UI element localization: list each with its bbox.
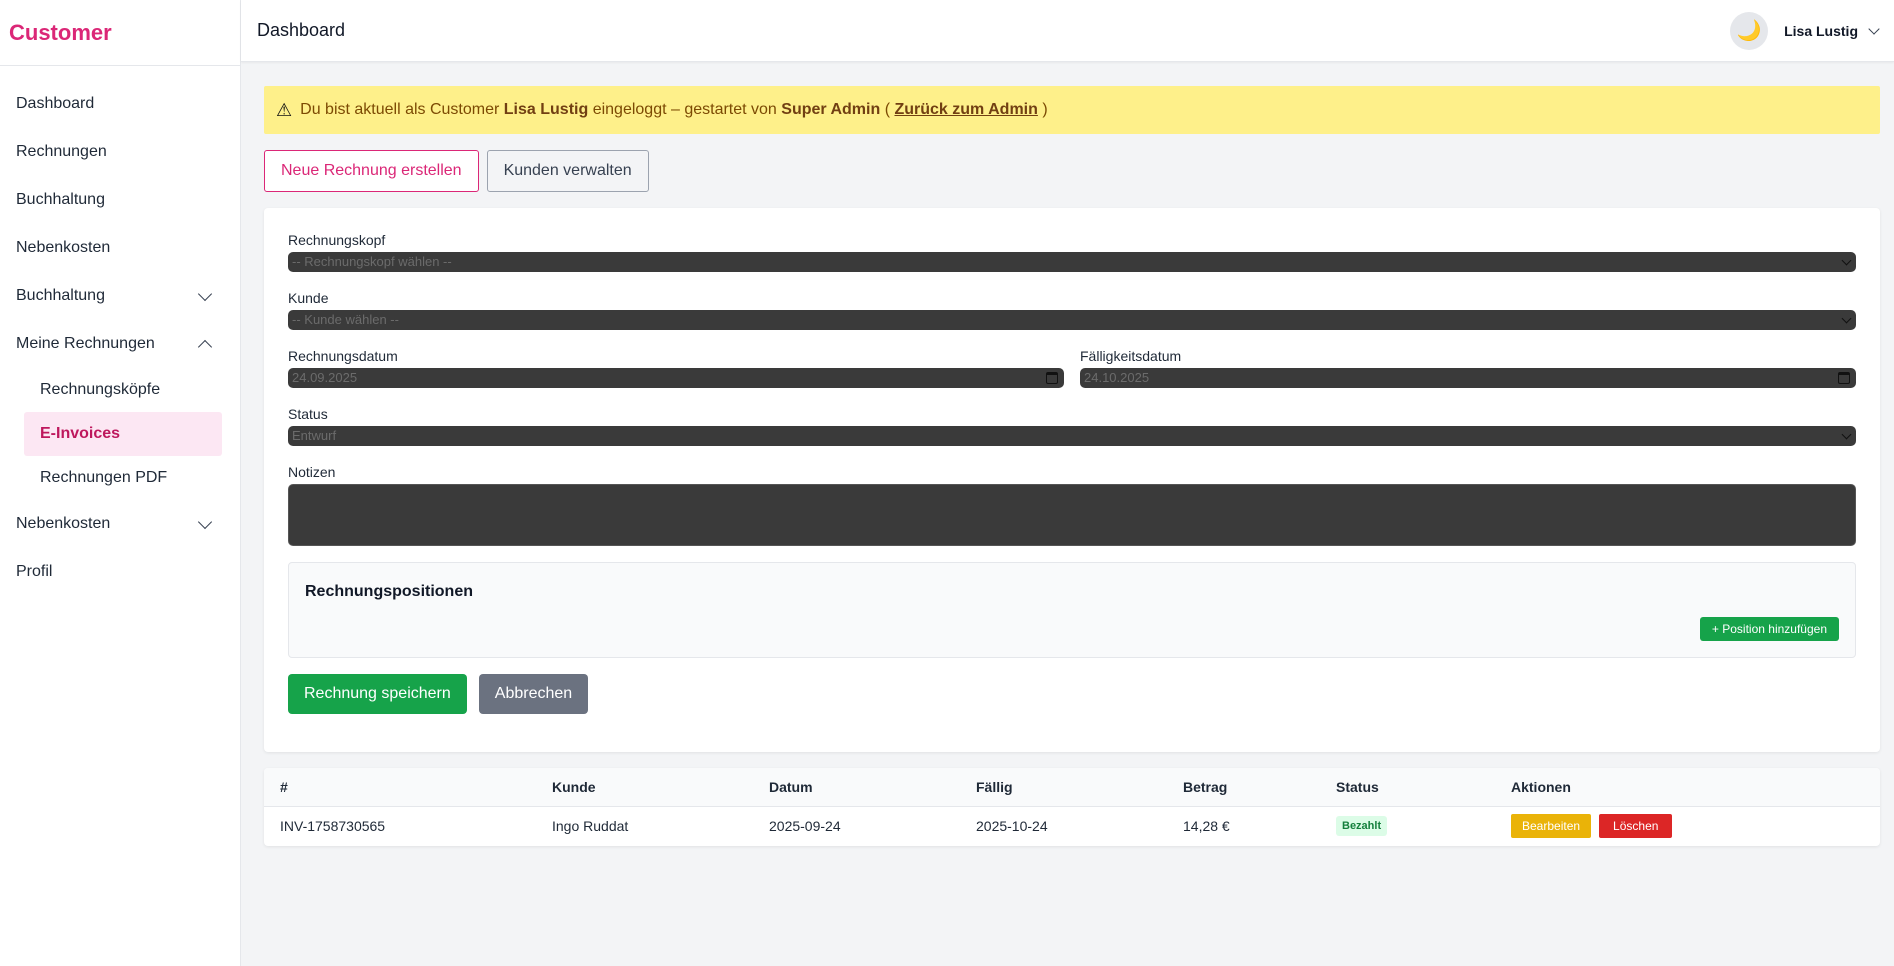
select-value: -- Rechnungskopf wählen --: [292, 254, 452, 269]
date-value: 24.09.2025: [292, 370, 358, 385]
notes-label: Notizen: [288, 464, 336, 480]
table-header-row: # Kunde Datum Fällig Betrag Status Aktio…: [264, 768, 1880, 806]
invoice-actions-cell: Bearbeiten Löschen: [1495, 806, 1880, 846]
user-area: 🌙 Lisa Lustig: [1730, 11, 1880, 50]
date-value: 24.10.2025: [1084, 370, 1150, 385]
invoice-amount: 14,28 €: [1183, 818, 1230, 835]
customer-select[interactable]: -- Kunde wählen --: [288, 310, 1856, 330]
select-value: -- Kunde wählen --: [292, 312, 399, 327]
sidebar-item-label: Dashboard: [16, 95, 95, 112]
brand-logo[interactable]: Customer: [0, 0, 240, 66]
positions-title: Rechnungspositionen: [305, 583, 473, 600]
due-date-input[interactable]: 24.10.2025: [1080, 368, 1856, 388]
column-header: Kunde: [552, 778, 596, 795]
back-to-admin-link[interactable]: Zurück zum Admin: [894, 101, 1037, 119]
alert-text: eingeloggt – gestartet von: [592, 101, 777, 118]
sidebar-group-buchhaltung[interactable]: Buchhaltung: [0, 272, 240, 320]
sidebar-item-dashboard[interactable]: Dashboard: [0, 80, 240, 128]
chevron-down-icon: [1841, 429, 1852, 440]
select-value: Entwurf: [292, 428, 337, 443]
theme-toggle-button[interactable]: 🌙: [1730, 11, 1769, 50]
invoice-date: 2025-09-24: [769, 818, 841, 835]
warning-icon: ⚠: [276, 99, 293, 120]
column-header: Aktionen: [1511, 778, 1571, 795]
invoice-due: 2025-10-24: [976, 818, 1048, 835]
page-title: Dashboard: [257, 20, 346, 40]
invoice-form: Rechnungskopf -- Rechnungskopf wählen --…: [264, 208, 1880, 752]
invoice-table: # Kunde Datum Fällig Betrag Status Aktio…: [264, 768, 1880, 846]
sidebar-item-buchhaltung[interactable]: Buchhaltung: [0, 176, 240, 224]
chevron-down-icon: [197, 514, 213, 529]
alert-user: Lisa Lustig: [503, 101, 589, 118]
column-header: Datum: [769, 778, 813, 795]
chevron-up-icon: [197, 339, 213, 354]
calendar-icon[interactable]: [1046, 372, 1058, 384]
sidebar-item-label: E-Invoices: [40, 425, 121, 442]
alert-paren: (: [884, 101, 891, 118]
table-row: INV-1758730565 Ingo Ruddat 2025-09-24 20…: [264, 806, 1880, 846]
invoice-header-select[interactable]: -- Rechnungskopf wählen --: [288, 252, 1856, 272]
status-badge: Bezahlt: [1336, 816, 1388, 837]
invoice-status-cell: Bezahlt: [1320, 806, 1495, 846]
sidebar-item-label: Buchhaltung: [16, 287, 105, 304]
sidebar-item-label: Meine Rechnungen: [16, 335, 155, 352]
status-select[interactable]: Entwurf: [288, 426, 1856, 446]
customer-label: Kunde: [288, 290, 329, 306]
sidebar-item-label: Nebenkosten: [16, 239, 111, 256]
invoice-header-label: Rechnungskopf: [288, 232, 386, 248]
alert-admin: Super Admin: [781, 101, 881, 118]
status-label: Status: [288, 406, 328, 422]
invoice-date-label: Rechnungsdatum: [288, 348, 398, 364]
notes-textarea[interactable]: [288, 484, 1856, 546]
due-date-label: Fälligkeitsdatum: [1080, 348, 1182, 364]
sidebar: Customer Dashboard Rechnungen Buchhaltun…: [0, 0, 241, 966]
user-menu-button[interactable]: Lisa Lustig: [1784, 22, 1880, 39]
sidebar-item-label: Rechnungen: [16, 143, 107, 160]
sidebar-item-profil[interactable]: Profil: [0, 548, 240, 596]
alert-paren: ): [1042, 101, 1048, 118]
column-header: Status: [1336, 778, 1379, 795]
chevron-down-icon: [1841, 255, 1852, 266]
column-header: #: [280, 778, 288, 795]
sidebar-item-label: Rechnungen PDF: [40, 469, 168, 486]
form-actions: Rechnung speichern Abbrechen: [288, 674, 1856, 714]
sidebar-item-label: Buchhaltung: [16, 191, 105, 208]
sidebar-subitem-e-invoices[interactable]: E-Invoices: [24, 412, 222, 456]
date-row: Rechnungsdatum 24.09.2025 Fälligkeitsdat…: [288, 348, 1856, 406]
column-header: Fällig: [976, 778, 1013, 795]
sidebar-item-label: Rechnungsköpfe: [40, 381, 161, 398]
invoice-positions-panel: Rechnungspositionen + Position hinzufüge…: [288, 562, 1856, 658]
sidebar-group-meine-rechnungen[interactable]: Meine Rechnungen: [0, 320, 240, 368]
sidebar-item-nebenkosten[interactable]: Nebenkosten: [0, 224, 240, 272]
chevron-down-icon: [1841, 313, 1852, 324]
chevron-down-icon: [1868, 22, 1880, 35]
save-invoice-button[interactable]: Rechnung speichern: [288, 674, 467, 714]
edit-button[interactable]: Bearbeiten: [1511, 814, 1592, 839]
manage-customers-button[interactable]: Kunden verwalten: [486, 150, 649, 192]
alert-text: Du bist aktuell als Customer: [300, 101, 500, 118]
invoice-customer: Ingo Ruddat: [552, 818, 629, 835]
sidebar-item-rechnungen[interactable]: Rechnungen: [0, 128, 240, 176]
sidebar-item-label: Nebenkosten: [16, 515, 111, 532]
column-header: Betrag: [1183, 778, 1228, 795]
top-header: Dashboard 🌙 Lisa Lustig: [241, 0, 1894, 62]
impersonation-alert: ⚠ Du bist aktuell als Customer Lisa Lust…: [264, 86, 1880, 134]
add-position-button[interactable]: + Position hinzufügen: [1699, 617, 1839, 641]
new-invoice-button[interactable]: Neue Rechnung erstellen: [264, 150, 479, 192]
sidebar-subitem-rechnungen-pdf[interactable]: Rechnungen PDF: [0, 456, 240, 500]
sidebar-nav: Dashboard Rechnungen Buchhaltung Nebenko…: [0, 66, 240, 596]
sidebar-subitem-rechnungskoepfe[interactable]: Rechnungsköpfe: [0, 368, 240, 412]
user-name: Lisa Lustig: [1784, 22, 1858, 39]
sidebar-item-label: Profil: [16, 563, 53, 580]
sidebar-group-nebenkosten[interactable]: Nebenkosten: [0, 500, 240, 548]
chevron-down-icon: [197, 286, 213, 301]
calendar-icon[interactable]: [1838, 372, 1850, 384]
action-buttons: Neue Rechnung erstellen Kunden verwalten: [264, 150, 1880, 192]
main-content: ⚠ Du bist aktuell als Customer Lisa Lust…: [264, 86, 1880, 846]
cancel-button[interactable]: Abbrechen: [478, 674, 589, 714]
invoice-id: INV-1758730565: [280, 818, 386, 835]
invoice-date-input[interactable]: 24.09.2025: [288, 368, 1064, 388]
moon-icon: 🌙: [1736, 20, 1762, 42]
delete-button[interactable]: Löschen: [1599, 814, 1673, 839]
